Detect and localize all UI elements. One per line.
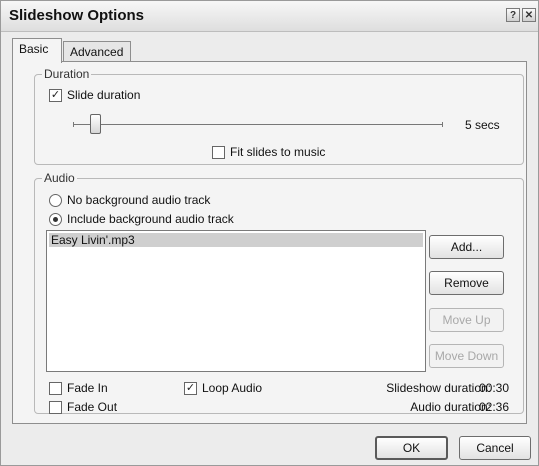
- title-bar[interactable]: Slideshow Options ? ✕: [1, 1, 538, 32]
- slide-duration-value: 5 secs: [465, 118, 500, 132]
- slide-duration-checkbox[interactable]: ✓: [49, 89, 62, 102]
- list-item[interactable]: Easy Livin'.mp3: [49, 233, 423, 247]
- fit-slides-to-music-checkbox[interactable]: [212, 146, 225, 159]
- basic-tab-panel: Duration ✓ Slide duration 5 secs Fit sli…: [12, 61, 527, 424]
- radio-selected-dot: [53, 217, 58, 222]
- tab-advanced[interactable]: Advanced: [63, 41, 131, 63]
- audio-group: Audio No background audio track Include …: [34, 171, 524, 414]
- audio-track-list[interactable]: Easy Livin'.mp3: [46, 230, 426, 372]
- audio-group-label: Audio: [42, 171, 77, 185]
- slider-tick-start: [73, 122, 74, 127]
- ok-button[interactable]: OK: [375, 436, 448, 460]
- no-audio-label: No background audio track: [67, 193, 211, 207]
- duration-group-label: Duration: [42, 67, 92, 81]
- no-audio-radio[interactable]: [49, 194, 62, 207]
- loop-audio-label: Loop Audio: [202, 381, 263, 395]
- slide-duration-label: Slide duration: [67, 88, 141, 102]
- remove-button[interactable]: Remove: [429, 271, 504, 295]
- slideshow-duration-label: Slideshow duration:: [386, 381, 491, 395]
- tab-basic[interactable]: Basic: [12, 38, 62, 63]
- cancel-button[interactable]: Cancel: [459, 436, 531, 460]
- fade-out-checkbox[interactable]: [49, 401, 62, 414]
- slideshow-options-dialog: Slideshow Options ? ✕ Basic Advanced Dur…: [0, 0, 539, 466]
- fade-in-label: Fade In: [67, 381, 108, 395]
- slide-duration-slider-track[interactable]: [73, 124, 443, 125]
- duration-group: Duration ✓ Slide duration 5 secs Fit sli…: [34, 67, 524, 165]
- audio-duration-value: 02:36: [479, 400, 510, 414]
- move-down-button[interactable]: Move Down: [429, 344, 504, 368]
- include-audio-label: Include background audio track: [67, 212, 234, 226]
- slider-tick-end: [442, 122, 443, 127]
- loop-audio-checkbox[interactable]: ✓: [184, 382, 197, 395]
- close-icon[interactable]: ✕: [522, 8, 536, 22]
- include-audio-radio[interactable]: [49, 213, 62, 226]
- help-icon[interactable]: ?: [506, 8, 520, 22]
- dialog-title: Slideshow Options: [9, 7, 145, 24]
- fit-slides-to-music-label: Fit slides to music: [230, 145, 326, 159]
- fade-out-label: Fade Out: [67, 400, 118, 414]
- fade-in-checkbox[interactable]: [49, 382, 62, 395]
- move-up-button[interactable]: Move Up: [429, 308, 504, 332]
- add-button[interactable]: Add...: [429, 235, 504, 259]
- slideshow-duration-value: 00:30: [479, 381, 510, 395]
- slide-duration-slider-thumb[interactable]: [89, 114, 101, 134]
